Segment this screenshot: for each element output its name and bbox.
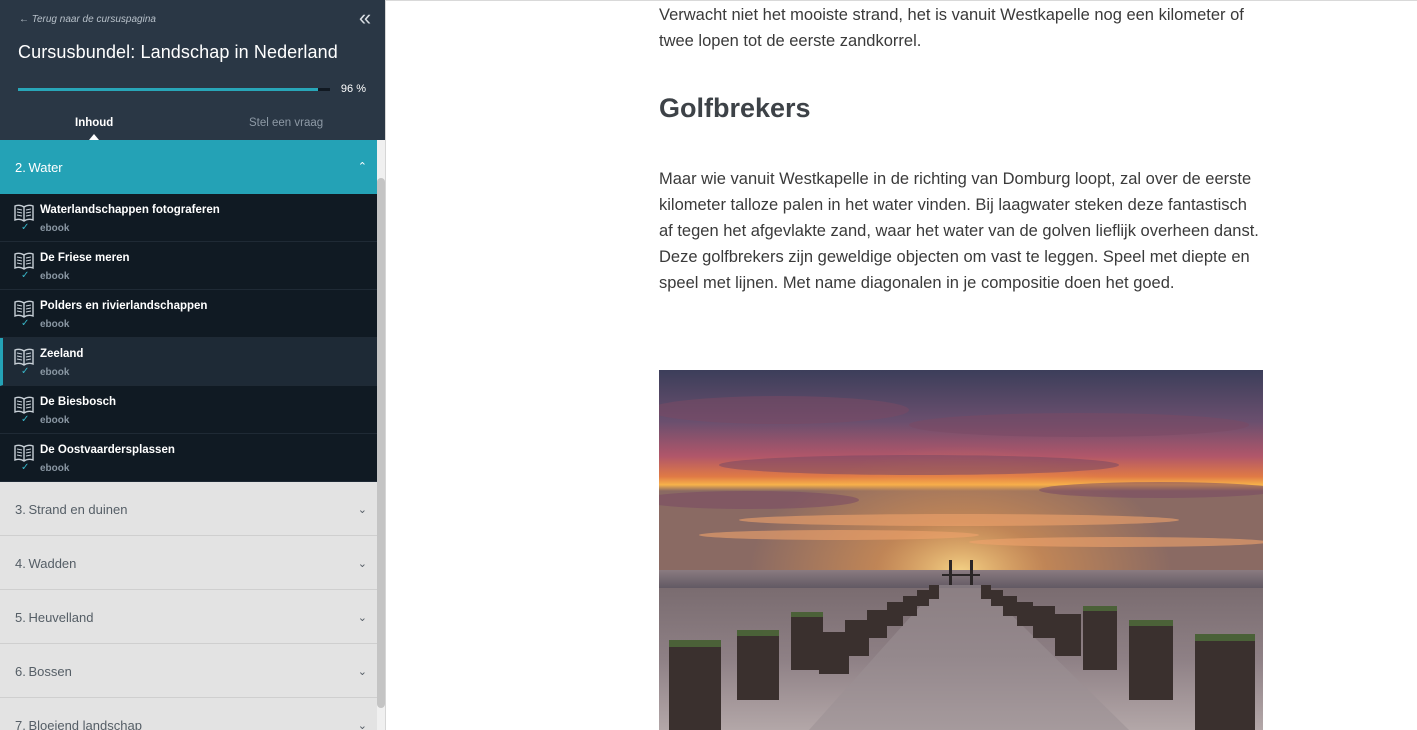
open-book-icon: [14, 204, 34, 222]
sidebar-tabs: Inhoud Stel een vraag: [0, 112, 385, 140]
tab-stel-een-vraag[interactable]: Stel een vraag: [249, 117, 323, 129]
chevron-up-icon: ⌃: [357, 161, 367, 173]
chevron-down-icon: ⌄: [357, 666, 367, 678]
lesson-type: ebook: [40, 463, 70, 474]
lesson-title: De Biesbosch: [40, 396, 117, 408]
lesson-type: ebook: [40, 319, 70, 330]
lesson-item[interactable]: ✓ Zeeland ebook: [0, 338, 377, 386]
chevron-down-icon: ⌄: [357, 612, 367, 624]
section-label: 2. Water: [15, 160, 63, 175]
section-header-water[interactable]: 2. Water ⌃: [0, 140, 377, 194]
lesson-title: Waterlandschappen fotograferen: [40, 204, 220, 216]
lesson-type: ebook: [40, 271, 70, 282]
double-chevron-left-icon: «: [358, 5, 372, 30]
lesson-item[interactable]: ✓ Waterlandschappen fotograferen ebook: [0, 194, 377, 242]
section-label: 5. Heuvelland: [15, 610, 94, 625]
check-icon: ✓: [21, 222, 30, 233]
progress-percentage: 96 %: [340, 83, 366, 95]
lesson-type: ebook: [40, 223, 70, 234]
app-window: ← Terug naar de cursuspagina « Cursusbun…: [0, 0, 1417, 730]
chevron-down-icon: ⌄: [357, 504, 367, 516]
section-header[interactable]: 5. Heuvelland ⌄: [0, 590, 377, 644]
lesson-title: Polders en rivierlandschappen: [40, 300, 208, 312]
lesson-item[interactable]: ✓ De Friese meren ebook: [0, 242, 377, 290]
section-heading: Golfbrekers: [659, 93, 811, 123]
open-book-icon: [14, 444, 34, 462]
breakwater-sunset-photo: [659, 370, 1263, 730]
intro-paragraph: Verwacht niet het mooiste strand, het is…: [659, 6, 1244, 50]
chevron-down-icon: ⌄: [357, 558, 367, 570]
sidebar-header: ← Terug naar de cursuspagina « Cursusbun…: [0, 0, 385, 140]
check-icon: ✓: [21, 318, 30, 329]
open-book-icon: [14, 252, 34, 270]
section-label: 6. Bossen: [15, 664, 72, 679]
back-to-course-link[interactable]: ← Terug naar de cursuspagina: [19, 14, 156, 25]
lesson-type: ebook: [40, 367, 70, 378]
lesson-item[interactable]: ✓ De Biesbosch ebook: [0, 386, 377, 434]
chevron-down-icon: ⌄: [357, 720, 367, 730]
section-header[interactable]: 4. Wadden ⌄: [0, 536, 377, 590]
open-book-icon: [14, 300, 34, 318]
progress-fill: [18, 88, 318, 91]
lesson-type: ebook: [40, 415, 70, 426]
lesson-item[interactable]: ✓ De Oostvaardersplassen ebook: [0, 434, 377, 482]
collapse-sidebar-button[interactable]: «: [355, 7, 375, 29]
lesson-title: Zeeland: [40, 348, 84, 360]
check-icon: ✓: [21, 270, 30, 281]
open-book-icon: [14, 396, 34, 414]
tab-inhoud[interactable]: Inhoud: [75, 117, 113, 129]
course-sidebar: ← Terug naar de cursuspagina « Cursusbun…: [0, 0, 386, 730]
open-book-icon: [14, 348, 34, 366]
check-icon: ✓: [21, 366, 30, 377]
section-label: 7. Bloeiend landschap: [15, 718, 142, 730]
photo-illustration: [659, 370, 1263, 730]
section-header[interactable]: 7. Bloeiend landschap ⌄: [0, 698, 377, 730]
course-progress-bar: [18, 88, 330, 91]
check-icon: ✓: [21, 414, 30, 425]
section-header[interactable]: 6. Bossen ⌄: [0, 644, 377, 698]
section-header[interactable]: 3. Strand en duinen ⌄: [0, 482, 377, 536]
section-label: 4. Wadden: [15, 556, 77, 571]
body-paragraph: Maar wie vanuit Westkapelle in de richti…: [659, 170, 1259, 292]
course-title: Cursusbundel: Landschap in Nederland: [18, 42, 338, 62]
section-label: 3. Strand en duinen: [15, 502, 128, 517]
section-list: 2. Water ⌃ ✓ Waterlandschappen fotografer…: [0, 140, 377, 730]
lesson-title: De Oostvaardersplassen: [40, 444, 175, 456]
collapsed-section-list: 3. Strand en duinen ⌄ 4. Wadden ⌄ 5. Heuvell…: [0, 482, 377, 730]
top-border: [386, 0, 1417, 1]
lesson-list: ✓ Waterlandschappen fotograferen ebook ✓ De …: [0, 194, 377, 482]
check-icon: ✓: [21, 462, 30, 473]
lesson-title: De Friese meren: [40, 252, 130, 264]
sidebar-scrollbar[interactable]: [377, 178, 385, 708]
lesson-item[interactable]: ✓ Polders en rivierlandschappen ebook: [0, 290, 377, 338]
